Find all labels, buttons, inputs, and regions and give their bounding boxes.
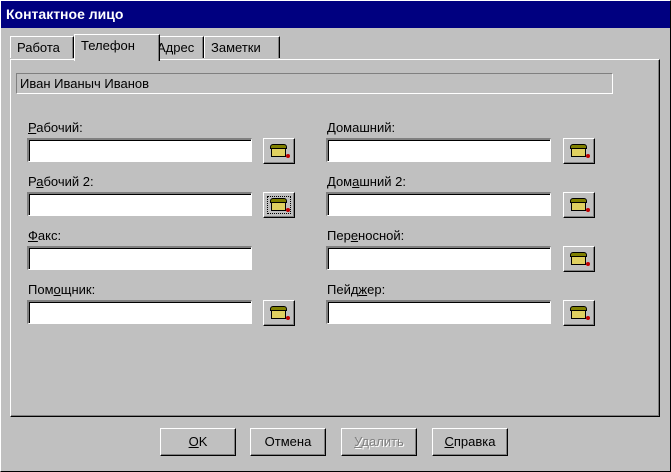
work2-phone-label: Рабочий 2: (28, 174, 94, 189)
assistant-phone-label-pre: Пом (28, 282, 54, 297)
window-title: Контактное лицо (0, 0, 671, 28)
mobile-phone-dial-button[interactable] (563, 246, 595, 272)
mobile-phone-label: Переносной: (327, 228, 404, 243)
pager-label: Пейджер: (327, 282, 385, 297)
phone-dial-icon (570, 306, 590, 320)
pager-label-text: ер: (367, 282, 386, 297)
tab-phone[interactable]: Телефон (74, 34, 160, 61)
help-button-text: правка (453, 434, 496, 449)
assistant-phone-label: Помощник: (28, 282, 95, 297)
work-phone-input[interactable] (27, 138, 252, 162)
home-phone-dial-button[interactable] (563, 138, 595, 164)
contact-name-display: Иван Иваныч Иванов (16, 73, 613, 94)
pager-dial-button[interactable] (563, 300, 595, 326)
fax-label: Факс: (28, 228, 61, 243)
ok-button-text: K (198, 434, 208, 449)
home2-phone-label: Домашний 2: (327, 174, 406, 189)
mobile-phone-label-pre: Пер (327, 228, 351, 243)
fax-label-text: акс: (37, 228, 62, 243)
fax-label-accel: Ф (28, 228, 38, 243)
assistant-phone-input[interactable] (27, 300, 252, 324)
phone-dial-icon (570, 198, 590, 212)
help-button[interactable]: Справка (432, 428, 508, 456)
mobile-phone-label-text: носной: (358, 228, 405, 243)
pager-label-pre: Пейд (327, 282, 359, 297)
ok-button-accel: О (188, 434, 199, 449)
phone-dial-icon (570, 252, 590, 266)
assistant-phone-dial-button[interactable] (263, 300, 295, 326)
fax-input[interactable] (27, 246, 252, 270)
home2-phone-input[interactable] (326, 192, 551, 216)
phone-dial-icon (270, 306, 290, 320)
mobile-phone-label-accel: е (350, 228, 359, 243)
assistant-phone-label-accel: о (53, 282, 61, 297)
mobile-phone-input[interactable] (326, 246, 551, 270)
cancel-button[interactable]: Отмена (250, 428, 326, 456)
home-phone-label-text: омашний: (335, 120, 396, 135)
work-phone-label: Рабочий: (28, 120, 83, 135)
pager-label-accel: ж (358, 282, 368, 297)
work2-phone-dial-button[interactable] (263, 192, 295, 218)
work2-phone-input[interactable] (27, 192, 252, 216)
home2-phone-dial-button[interactable] (563, 192, 595, 218)
work-phone-label-accel: Р (28, 120, 37, 135)
home-phone-label-accel: Д (327, 120, 336, 135)
delete-button-text: далить (361, 434, 404, 449)
help-button-accel: С (444, 434, 454, 449)
pager-input[interactable] (326, 300, 551, 324)
work2-phone-label-text: бочий 2: (43, 174, 94, 189)
phone-dial-icon (270, 198, 290, 212)
assistant-phone-label-text: щник: (60, 282, 96, 297)
phone-dial-icon (570, 144, 590, 158)
tab-work[interactable]: Работа (10, 36, 74, 58)
ok-button[interactable]: ОK (160, 428, 236, 456)
home2-phone-label-pre: Дом (327, 174, 353, 189)
home2-phone-label-text: шний 2: (359, 174, 406, 189)
home-phone-label: Домашний: (327, 120, 395, 135)
tab-notes[interactable]: Заметки (204, 36, 280, 58)
delete-button[interactable]: Удалить (341, 428, 417, 456)
work-phone-label-text: абочий: (36, 120, 83, 135)
home-phone-input[interactable] (326, 138, 551, 162)
phone-dial-icon (270, 144, 290, 158)
work2-phone-label-pre: Р (28, 174, 37, 189)
work-phone-dial-button[interactable] (263, 138, 295, 164)
